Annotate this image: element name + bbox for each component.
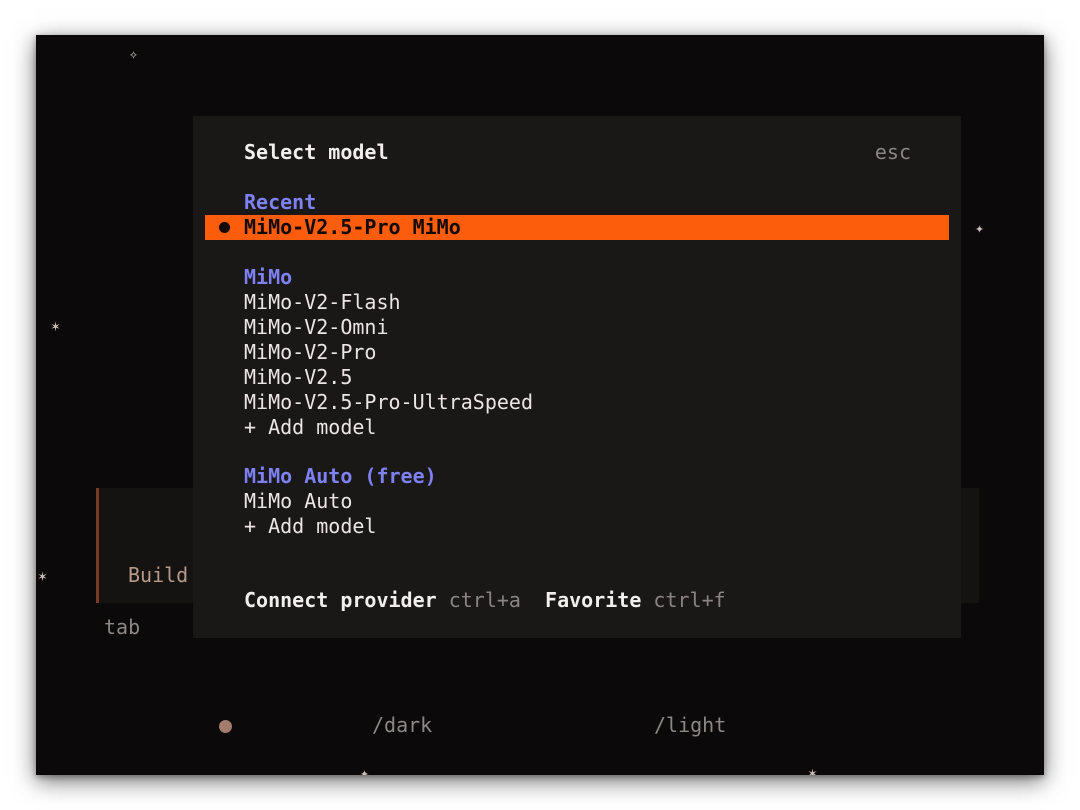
close-button[interactable]: esc [875,140,911,165]
terminal-window: ✧ ✶ ✶ ✦ ✦ ✶ Build tab /dark /light Selec… [36,35,1044,775]
model-option[interactable]: MiMo-V2-Flash [244,290,401,315]
group-heading-mimo-auto: MiMo Auto (free) [244,464,437,488]
model-option-selected[interactable]: MiMo-V2.5-Pro MiMo [205,215,949,240]
dark-theme-command[interactable]: /dark [372,713,432,737]
group-heading-mimo: MiMo [244,265,293,289]
favorite-shortcut: ctrl+f [653,588,726,612]
model-option[interactable]: MiMo-V2-Pro [244,340,376,365]
add-model-button[interactable]: + Add model [244,415,376,440]
tab-hint: tab [104,615,141,639]
favorite-button[interactable]: Favorite [545,588,641,612]
model-option[interactable]: MiMo-V2.5 [244,365,352,390]
asterisk-icon: ✶ [808,764,818,776]
connect-provider-button[interactable]: Connect provider [244,588,437,612]
asterisk-icon: ✶ [38,567,48,585]
group-heading-recent: Recent [244,190,317,214]
sparkle-icon: ✦ [360,764,370,776]
sparkle-icon: ✦ [975,219,985,237]
sparkle-icon: ✧ [129,45,139,63]
dialog-title: Select model [244,140,389,164]
dialog-footer: Connect provider ctrl+a Favorite ctrl+f [244,588,726,613]
select-model-dialog: Select model esc Recent MiMo-V2.5-Pro Mi… [193,116,961,638]
status-dot [219,720,232,733]
asterisk-icon: ✶ [51,317,61,335]
selected-bullet-icon [219,222,230,233]
model-option[interactable]: MiMo-V2-Omni [244,315,389,340]
model-option[interactable]: MiMo-V2.5-Pro-UltraSpeed [244,390,533,415]
model-option[interactable]: MiMo Auto [244,489,352,514]
model-option-label: MiMo-V2.5-Pro MiMo [244,215,461,239]
connect-provider-shortcut: ctrl+a [448,588,521,612]
light-theme-command[interactable]: /light [654,713,726,737]
add-model-button[interactable]: + Add model [244,514,376,539]
build-mode-label: Build [128,563,189,587]
